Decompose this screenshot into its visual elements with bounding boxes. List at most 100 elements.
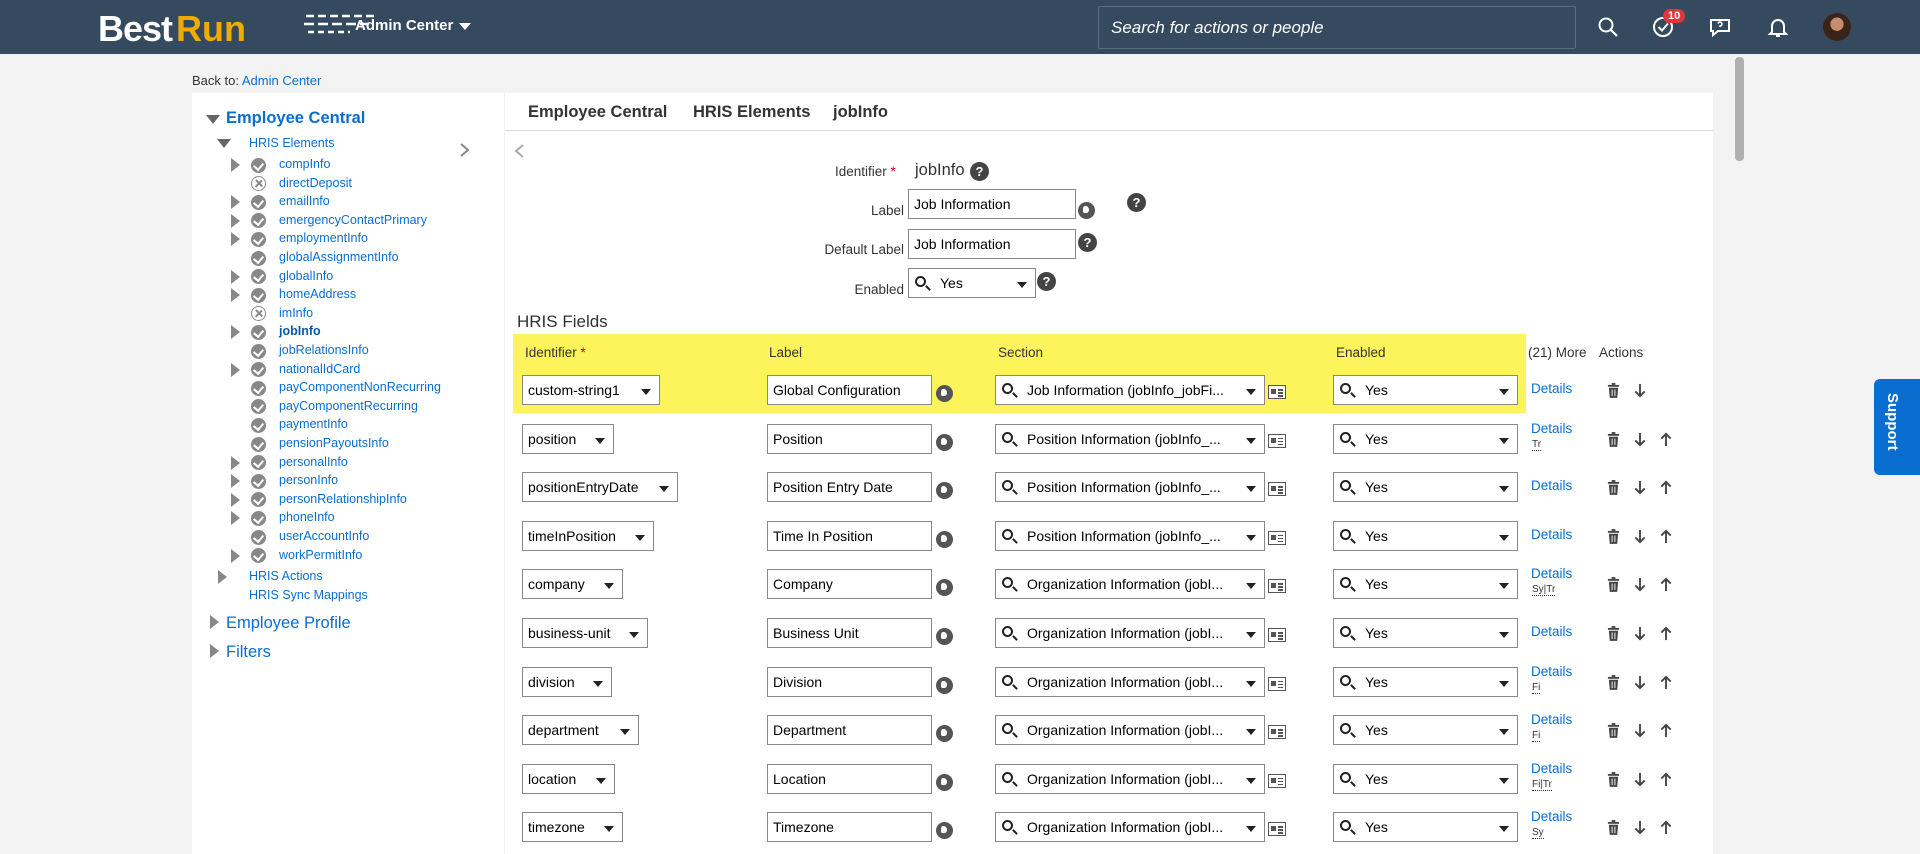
enabled-select[interactable]: Yes (1333, 666, 1518, 697)
sidebar-item-globalInfo[interactable]: globalInfo (279, 269, 333, 283)
identifier-select[interactable]: location (522, 763, 615, 794)
label-input[interactable]: Department (767, 715, 932, 746)
details-link[interactable]: Details (1531, 809, 1572, 824)
sidebar-item-emailInfo[interactable]: emailInfo (279, 194, 330, 208)
sidebar-hris-elements[interactable]: HRIS Elements (249, 136, 334, 150)
enabled-select[interactable]: Yes (1333, 763, 1518, 794)
collapse-hris-elements-icon[interactable] (217, 139, 231, 148)
expand-hris-actions-icon[interactable] (218, 570, 227, 584)
section-select[interactable]: Organization Information (jobI... (995, 569, 1265, 600)
sidebar-item-jobInfo[interactable]: jobInfo (279, 324, 321, 338)
arrow-up-icon[interactable] (1659, 480, 1673, 495)
enabled-select[interactable]: Yes (1333, 715, 1518, 746)
globe-icon[interactable] (936, 433, 953, 451)
arrow-down-icon[interactable] (1633, 675, 1647, 690)
arrow-up-icon[interactable] (1659, 820, 1673, 835)
help-icon[interactable]: ? (1127, 193, 1146, 212)
sidebar-item-homeAddress[interactable]: homeAddress (279, 287, 356, 301)
identifier-select[interactable]: positionEntryDate (522, 472, 678, 503)
globe-icon[interactable] (936, 482, 953, 500)
trash-icon[interactable] (1607, 771, 1620, 787)
globe-icon[interactable] (936, 822, 953, 840)
enabled-select[interactable]: Yes (908, 268, 1036, 298)
details-link[interactable]: Details (1531, 624, 1572, 639)
section-select[interactable]: Organization Information (jobI... (995, 618, 1265, 648)
identifier-select[interactable]: company (522, 569, 623, 600)
identifier-select[interactable]: position (522, 423, 614, 454)
arrow-up-icon[interactable] (1659, 626, 1673, 641)
label-input[interactable]: Time In Position (767, 520, 932, 551)
arrow-down-icon[interactable] (1633, 480, 1647, 495)
sidebar-item-userAccountInfo[interactable]: userAccountInfo (279, 529, 369, 543)
arrow-up-icon[interactable] (1659, 675, 1673, 690)
trash-icon[interactable] (1607, 480, 1620, 496)
arrow-down-icon[interactable] (1633, 772, 1647, 787)
identifier-select[interactable]: timezone (522, 812, 623, 843)
help-icon[interactable]: ? (970, 162, 989, 181)
details-link[interactable]: Details (1531, 478, 1572, 493)
trash-icon[interactable] (1607, 577, 1620, 593)
enabled-select[interactable]: Yes (1333, 472, 1518, 503)
feedback-icon[interactable] (1708, 15, 1732, 39)
arrow-up-icon[interactable] (1659, 723, 1673, 738)
section-icon[interactable] (1268, 482, 1286, 497)
identifier-select[interactable]: business-unit (522, 618, 648, 648)
help-icon[interactable]: ? (1037, 272, 1056, 291)
collapse-employee-central-icon[interactable] (206, 115, 220, 124)
label-input[interactable]: Division (767, 666, 932, 697)
help-icon[interactable]: ? (1078, 233, 1097, 252)
expand-phoneInfo-icon[interactable] (231, 511, 240, 526)
identifier-select[interactable]: timeInPosition (522, 520, 654, 551)
search-input[interactable] (1099, 7, 1575, 48)
identifier-select[interactable]: custom-string1 (522, 375, 660, 405)
expand-nationalIdCard-icon[interactable] (231, 362, 240, 377)
expand-compInfo-icon[interactable] (231, 158, 240, 172)
arrow-down-icon[interactable] (1633, 723, 1647, 738)
col-more[interactable]: (21) More (1528, 345, 1587, 360)
globe-icon[interactable] (936, 725, 953, 743)
sidebar-item-workPermitInfo[interactable]: workPermitInfo (279, 548, 362, 562)
expand-jobInfo-icon[interactable] (231, 325, 240, 340)
section-select[interactable]: Job Information (jobInfo_jobFi... (995, 375, 1265, 405)
globe-icon[interactable] (936, 579, 953, 597)
breadcrumb-hris-elements[interactable]: HRIS Elements (693, 103, 810, 122)
expand-homeAddress-icon[interactable] (231, 288, 240, 303)
details-link[interactable]: Details (1531, 712, 1572, 727)
arrow-down-icon[interactable] (1633, 577, 1647, 592)
expand-personRelationshipInfo-icon[interactable] (231, 492, 240, 507)
label-input[interactable]: Global Configuration (767, 375, 932, 405)
section-icon[interactable] (1268, 822, 1286, 837)
sidebar-item-personalInfo[interactable]: personalInfo (279, 455, 348, 469)
trash-icon[interactable] (1607, 528, 1620, 544)
sidebar-item-directDeposit[interactable]: directDeposit (279, 176, 352, 190)
sidebar-item-globalAssignmentInfo[interactable]: globalAssignmentInfo (279, 250, 399, 264)
details-link[interactable]: Details (1531, 381, 1572, 396)
details-link[interactable]: Details (1531, 527, 1572, 542)
label-input[interactable]: Position Entry Date (767, 472, 932, 503)
sidebar-employee-central[interactable]: Employee Central (226, 109, 365, 128)
global-search[interactable] (1098, 6, 1576, 49)
section-select[interactable]: Position Information (jobInfo_... (995, 423, 1265, 454)
identifier-select[interactable]: division (522, 666, 612, 697)
details-link[interactable]: Details (1531, 566, 1572, 581)
trash-icon[interactable] (1607, 674, 1620, 690)
arrow-up-icon[interactable] (1659, 772, 1673, 787)
expand-globalInfo-icon[interactable] (231, 269, 240, 284)
sidebar-item-compInfo[interactable]: compInfo (279, 157, 330, 171)
trash-icon[interactable] (1607, 383, 1620, 398)
sidebar-hris-sync-mappings[interactable]: HRIS Sync Mappings (249, 588, 368, 602)
arrow-down-icon[interactable] (1633, 820, 1647, 835)
sidebar-item-jobRelationsInfo[interactable]: jobRelationsInfo (279, 343, 369, 357)
sidebar-item-imInfo[interactable]: imInfo (279, 306, 313, 320)
search-icon[interactable] (1596, 15, 1620, 39)
section-icon[interactable] (1268, 530, 1286, 545)
expand-emergencyContactPrimary-icon[interactable] (231, 213, 240, 228)
section-select[interactable]: Position Information (jobInfo_... (995, 472, 1265, 503)
section-icon[interactable] (1268, 676, 1286, 691)
sidebar-item-employmentInfo[interactable]: employmentInfo (279, 231, 368, 245)
expand-workPermitInfo-icon[interactable] (231, 548, 240, 563)
breadcrumb-employee-central[interactable]: Employee Central (528, 103, 667, 122)
sidebar-item-paymentInfo[interactable]: paymentInfo (279, 417, 348, 431)
globe-icon[interactable] (1078, 202, 1095, 219)
arrow-down-icon[interactable] (1633, 432, 1647, 447)
